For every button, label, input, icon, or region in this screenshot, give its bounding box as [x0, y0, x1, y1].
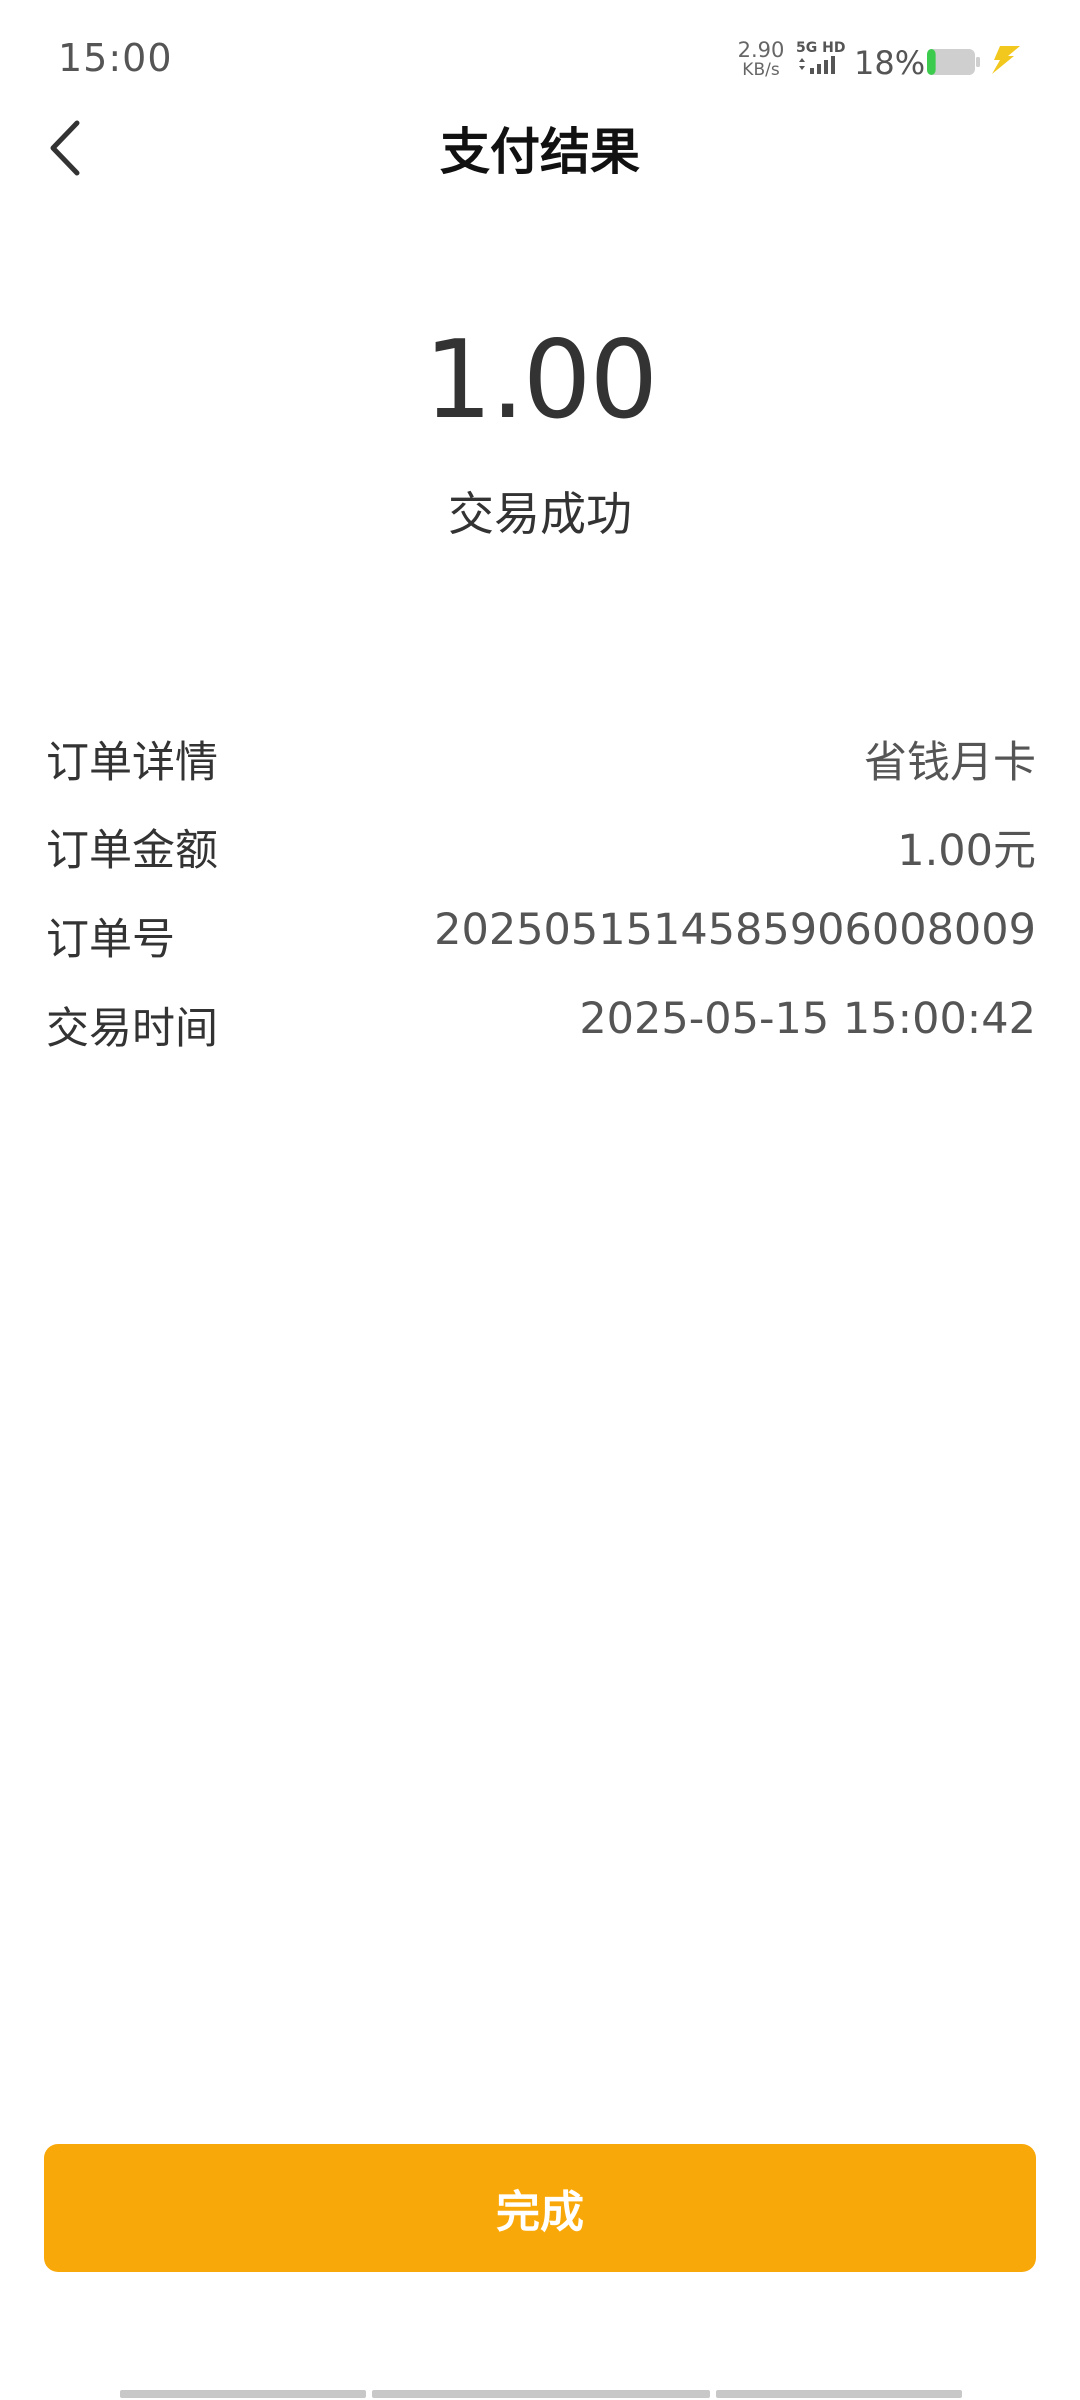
status-time: 15:00	[58, 36, 173, 80]
detail-label: 订单详情	[46, 738, 218, 788]
detail-row-transaction-time: 交易时间 2025-05-15 15:00:42	[46, 994, 1036, 1054]
network-speed-unit: KB/s	[742, 60, 780, 80]
gesture-bar-left[interactable]	[120, 2390, 366, 2398]
battery-percent: 18%	[854, 44, 926, 82]
signal-icon: 5G HD	[796, 40, 845, 74]
done-button[interactable]: 完成	[44, 2144, 1036, 2272]
battery-fill	[927, 49, 936, 75]
gesture-bar-center[interactable]	[372, 2390, 710, 2398]
page-title: 支付结果	[440, 123, 640, 181]
detail-value: 省钱月卡	[864, 738, 1036, 788]
detail-row-order-details: 订单详情 省钱月卡	[46, 728, 1036, 788]
transaction-status: 交易成功	[448, 487, 632, 541]
gesture-bar-right[interactable]	[716, 2390, 962, 2398]
detail-label: 交易时间	[46, 1004, 218, 1054]
payment-amount: 1.00	[423, 318, 658, 443]
detail-label: 订单号	[46, 915, 175, 965]
network-label: 5G HD	[796, 40, 845, 56]
charging-icon	[992, 46, 1020, 74]
status-bar: 15:00 2.90 KB/s 5G HD 18%	[0, 0, 1080, 120]
detail-row-order-amount: 订单金额 1.00元	[46, 816, 1036, 876]
detail-value: 20250515145859060080​09	[434, 905, 1036, 955]
detail-value: 2025-05-15 15:00:42	[579, 994, 1036, 1044]
detail-value: 1.00元	[897, 826, 1036, 876]
network-speed-value: 2.90	[737, 38, 785, 62]
detail-label: 订单金额	[46, 826, 218, 876]
network-speed: 2.90 KB/s	[734, 38, 788, 81]
battery-icon	[927, 49, 980, 75]
detail-row-order-number: 订单号 20250515145859060080​09	[46, 905, 1036, 965]
